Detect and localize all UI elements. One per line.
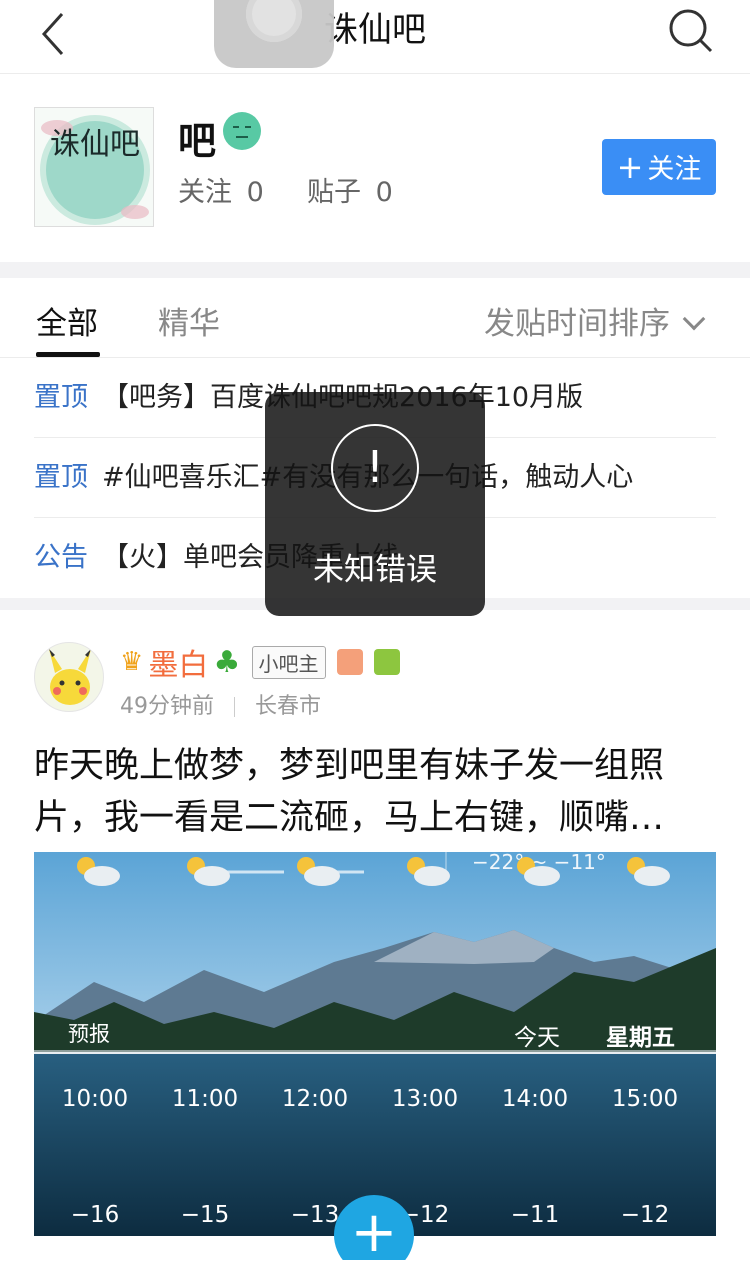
forecast-hour: 14:00: [501, 1086, 569, 1112]
crown-icon: ♛: [120, 647, 144, 677]
toast-message: 未知错误: [313, 552, 437, 588]
post-content-line: 昨天晚上做梦，梦到吧里有妹子发一组照: [34, 746, 665, 786]
user-avatar[interactable]: [34, 642, 104, 712]
tab-all[interactable]: 全部: [36, 298, 98, 343]
partly-cloudy-icon: [517, 857, 560, 886]
partly-cloudy-icon: [627, 857, 670, 886]
forum-info-section: 诛仙吧 吧 关注 0 贴子 0 + 关注: [0, 74, 750, 262]
forecast-label: 预报: [68, 1022, 110, 1046]
post-author-line: ♛ 墨白 ♣ 小吧主: [120, 640, 400, 683]
forum-avatar-calligraphy: 诛仙吧: [50, 127, 140, 162]
clover-icon: ♣: [213, 644, 241, 680]
forecast-hour: 12:00: [281, 1086, 349, 1112]
weekday-label: 星期五: [606, 1025, 675, 1051]
assistive-touch-icon: [246, 0, 302, 42]
forecast-hour: 10:00: [61, 1086, 129, 1112]
posts-count: 0: [375, 177, 393, 208]
search-icon: [669, 9, 713, 53]
section-divider: [0, 262, 750, 278]
sort-dropdown[interactable]: 发贴时间排序: [484, 298, 706, 343]
capricorn-icon: [373, 649, 400, 675]
forum-avatar[interactable]: 诛仙吧: [34, 107, 154, 227]
level-face-icon: [223, 112, 261, 150]
bottom-tab-bar-peek: [0, 1260, 750, 1268]
forecast-temp: −16: [70, 1202, 120, 1228]
followers-count: 0: [246, 177, 264, 208]
floating-assistive-button[interactable]: [214, 0, 334, 68]
follow-button-label: 关注: [647, 154, 702, 185]
post-image[interactable]: −22° ~ −11° 预报 今天 星期五 10:00 11:00 12:00 …: [34, 852, 716, 1236]
forecast-hour: 13:00: [391, 1086, 459, 1112]
sort-label: 发贴时间排序: [484, 306, 670, 342]
pikachu-avatar-image: [49, 649, 91, 705]
active-tab-indicator: [36, 352, 100, 357]
top-navigation-bar: 诛仙吧: [0, 0, 750, 74]
search-button[interactable]: [666, 6, 714, 54]
meta-divider: [234, 697, 235, 717]
post-meta: 49分钟前 长春市: [120, 688, 321, 720]
today-label: 今天: [514, 1025, 560, 1051]
followers-label: 关注: [178, 177, 232, 208]
username[interactable]: 墨白: [148, 640, 208, 684]
plus-icon: +: [616, 148, 644, 186]
error-toast: ! 未知错误: [265, 392, 485, 616]
post-content[interactable]: 昨天晚上做梦，梦到吧里有妹子发一组照 片，我一看是二流砸，马上右键，顺嘴…: [34, 740, 716, 844]
partly-cloudy-icon: [407, 857, 450, 886]
forecast-hour: 15:00: [611, 1086, 679, 1112]
post-filter-tabs: 全部 精华 发贴时间排序: [0, 278, 750, 358]
page-title: 诛仙吧: [324, 10, 426, 50]
role-badge: 小吧主: [251, 645, 326, 679]
pin-tag: 置顶: [34, 382, 88, 413]
posts-label: 贴子: [306, 177, 361, 208]
lungs-icon: [336, 649, 363, 675]
post-location: 长春市: [255, 694, 322, 719]
follow-button[interactable]: + 关注: [602, 139, 716, 195]
plus-icon: +: [350, 1200, 398, 1265]
chevron-down-icon: [682, 307, 706, 331]
new-post-button[interactable]: +: [334, 1195, 414, 1268]
pin-tag: 置顶: [34, 462, 88, 493]
post-content-line: 片，我一看是二流砸，马上右键，顺嘴…: [34, 798, 665, 838]
forum-avatar-image: 诛仙吧: [40, 115, 150, 225]
forum-stats: 关注 0 贴子 0: [178, 170, 399, 209]
forecast-hour: 11:00: [171, 1086, 239, 1112]
tab-featured[interactable]: 精华: [158, 298, 220, 343]
exclamation-icon: !: [331, 424, 419, 512]
forecast-temp: −12: [620, 1202, 670, 1228]
forecast-temp: −11: [510, 1202, 560, 1228]
partly-cloudy-icon: [187, 857, 230, 886]
forum-name: 吧: [178, 119, 217, 163]
announcement-tag: 公告: [34, 542, 88, 573]
forecast-temp: −15: [180, 1202, 230, 1228]
post-time: 49分钟前: [120, 694, 214, 719]
partly-cloudy-icon: [297, 857, 340, 886]
partly-cloudy-icon: [77, 857, 120, 886]
